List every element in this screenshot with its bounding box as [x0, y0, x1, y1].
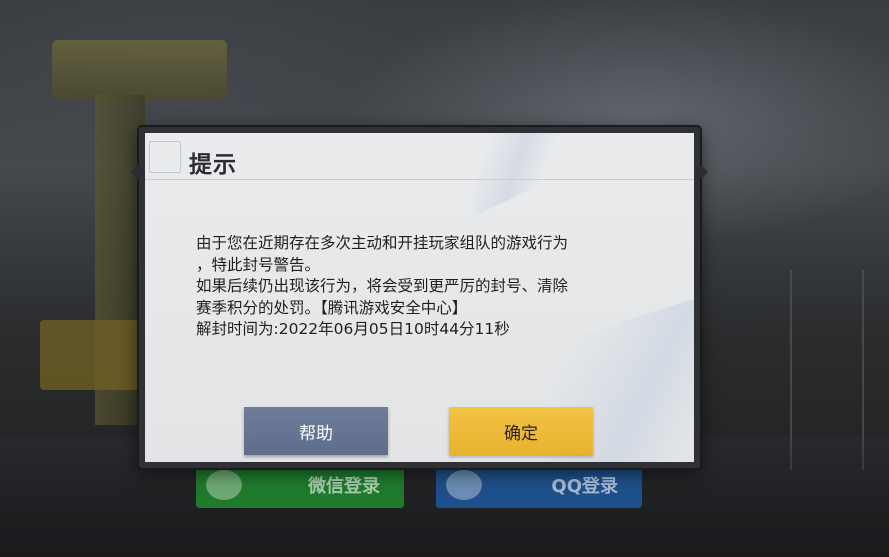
confirm-button[interactable]: 确定: [449, 407, 593, 455]
qq-login-label: QQ登录: [551, 476, 618, 497]
wechat-login-label: 微信登录: [308, 476, 380, 497]
dialog-corner-decoration: [149, 141, 181, 173]
qq-icon: [446, 470, 482, 500]
help-button[interactable]: 帮助: [244, 407, 388, 455]
background-structure: [40, 320, 140, 390]
message-line: 由于您在近期存在多次主动和开挂玩家组队的游戏行为: [196, 234, 569, 252]
dialog-title-divider: [145, 179, 694, 180]
background-crane: [52, 40, 227, 100]
dialog-message: 由于您在近期存在多次主动和开挂玩家组队的游戏行为 ，特此封号警告。 如果后续仍出…: [196, 233, 636, 341]
dialog-title: 提示: [189, 152, 237, 178]
confirm-button-label: 确定: [504, 423, 538, 444]
dialog-decoration: [442, 133, 586, 215]
unban-time-line: 解封时间为:2022年06月05日10时44分11秒: [196, 320, 510, 338]
message-line: ，特此封号警告。: [196, 255, 321, 274]
dialog-panel: 提示 由于您在近期存在多次主动和开挂玩家组队的游戏行为 ，特此封号警告。 如果后…: [145, 133, 694, 462]
qq-login-button: QQ登录: [436, 462, 642, 508]
help-button-label: 帮助: [299, 423, 333, 444]
message-line: 如果后续仍出现该行为，将会受到更严厉的封号、清除: [196, 277, 569, 295]
warning-dialog: 提示 由于您在近期存在多次主动和开挂玩家组队的游戏行为 ，特此封号警告。 如果后…: [130, 127, 709, 468]
wechat-icon: [206, 470, 242, 500]
message-line: 赛季积分的处罚。【腾讯游戏安全中心】: [196, 298, 468, 317]
wechat-login-button: 微信登录: [196, 462, 404, 508]
